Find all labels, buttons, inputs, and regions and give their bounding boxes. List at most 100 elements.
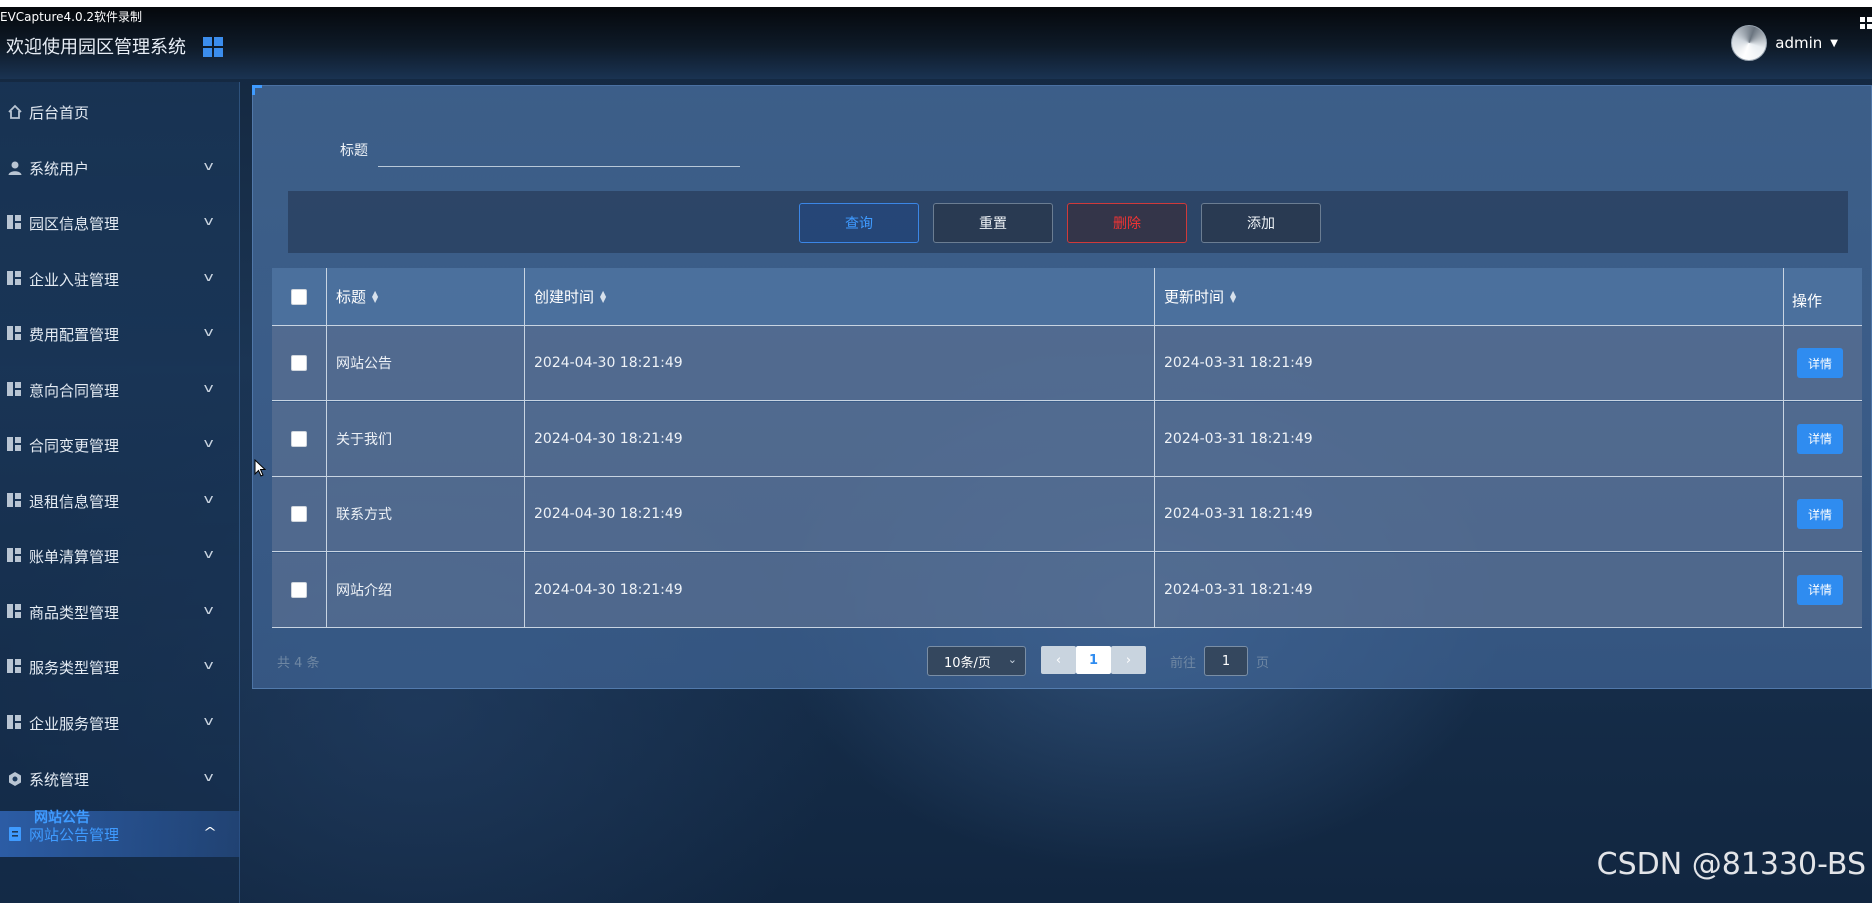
chevron-down-icon: v [203, 603, 214, 617]
sidebar-item-label: 企业服务管理 [29, 714, 120, 733]
sidebar-item-label: 退租信息管理 [29, 492, 120, 511]
sidebar-item[interactable]: 系统管理 v [0, 756, 240, 802]
sidebar-item[interactable]: 后台首页 [0, 89, 240, 135]
grid-icon [7, 382, 23, 398]
grid-icon [7, 271, 23, 287]
table-header-row: 标题 ▲ ▼ 创建时间 ▲ ▼ 更新时间 ▲ ▼ 操作 [272, 268, 1862, 326]
grid-icon [7, 659, 23, 675]
col-header-title[interactable]: 标题 ▲ ▼ [336, 268, 526, 325]
table-row: 网站公告 2024-04-30 18:21:49 2024-03-31 18:21:… [272, 326, 1862, 401]
cell-title: 关于我们 [336, 431, 392, 448]
sidebar-item[interactable]: 商品类型管理 v [0, 589, 240, 635]
col-header-created[interactable]: 创建时间 ▲ ▼ [534, 268, 1154, 325]
grid-icon [7, 493, 23, 509]
col-header-action-label: 操作 [1792, 292, 1823, 310]
chevron-down-icon: v [203, 714, 214, 728]
sidebar-item-label: 企业入驻管理 [29, 270, 120, 289]
chevron-down-icon: v [203, 547, 214, 561]
gear-icon [7, 771, 23, 787]
grid-icon [7, 604, 23, 620]
sidebar-item[interactable]: 合同变更管理 v [0, 422, 240, 468]
avatar[interactable] [1731, 25, 1768, 61]
chevron-down-icon: v [203, 270, 214, 284]
col-header-updated[interactable]: 更新时间 ▲ ▼ [1164, 268, 1784, 325]
row-checkbox[interactable] [291, 581, 307, 598]
sidebar-item-label: 服务类型管理 [29, 658, 120, 677]
prev-page-button[interactable]: ‹ [1041, 646, 1076, 674]
user-name[interactable]: admin [1775, 34, 1822, 52]
add-button[interactable]: 添加 [1201, 203, 1321, 243]
sort-icon[interactable]: ▲ ▼ [1230, 289, 1236, 303]
cell-action: 详情 [1797, 326, 1857, 400]
home-icon [7, 104, 23, 120]
search-title-input[interactable] [378, 133, 740, 167]
sidebar-item-label: 系统用户 [29, 159, 90, 178]
sort-icon[interactable]: ▲ ▼ [372, 289, 378, 303]
sidebar-item[interactable]: 退租信息管理 v [0, 478, 240, 524]
cell-created: 2024-04-30 18:21:49 [534, 581, 683, 598]
column-divider [1783, 268, 1784, 628]
user-menu[interactable]: admin ▼ [1731, 25, 1838, 61]
row-select-cell [272, 326, 326, 400]
panel-corner-decoration [252, 85, 262, 95]
select-all-checkbox[interactable] [291, 288, 307, 305]
detail-button[interactable]: 详情 [1797, 574, 1843, 605]
col-header-title-label: 标题 [336, 288, 367, 306]
chevron-right-icon: › [1125, 652, 1132, 668]
system-title: 欢迎使用园区管理系统 [6, 37, 186, 58]
page-number-current[interactable]: 1 [1076, 646, 1111, 674]
query-button[interactable]: 查询 [799, 203, 919, 243]
row-checkbox[interactable] [291, 355, 307, 371]
reset-button[interactable]: 重置 [933, 203, 1053, 243]
table-row: 联系方式 2024-04-30 18:21:49 2024-03-31 18:21:… [272, 477, 1862, 552]
menu-toggle-icon[interactable] [203, 37, 225, 59]
delete-button[interactable]: 删除 [1067, 203, 1187, 243]
sidebar-item[interactable]: 服务类型管理 v [0, 644, 240, 690]
grid-icon [7, 715, 23, 731]
fullscreen-icon[interactable] [1860, 17, 1872, 31]
sidebar-item-label: 意向合同管理 [29, 381, 120, 400]
chevron-down-icon[interactable]: ▼ [1830, 38, 1838, 49]
chevron-down-icon: v [203, 492, 214, 506]
page-size-select[interactable]: 10条/页 ⌄ [927, 646, 1026, 676]
cell-title: 网站介绍 [336, 582, 392, 599]
row-checkbox[interactable] [291, 430, 307, 447]
sidebar-subitem-announcement[interactable]: 网站公告 [34, 807, 90, 827]
row-checkbox[interactable] [291, 506, 307, 522]
sidebar-item-label: 后台首页 [29, 103, 90, 122]
table-row: 网站介绍 2024-04-30 18:21:49 2024-03-31 18:21:… [272, 552, 1862, 628]
chevron-down-icon: v [203, 381, 214, 395]
sidebar-item[interactable]: 园区信息管理 v [0, 200, 240, 246]
sort-icon[interactable]: ▲ ▼ [600, 289, 606, 303]
chevron-down-icon: v [203, 159, 214, 173]
app-window: 欢迎使用园区管理系统 admin ▼ 后台首页 系统用户 v 园区信息管理 v 企业入驻管… [0, 7, 1872, 903]
chevron-down-icon: v [203, 770, 214, 784]
chevron-down-icon: v [203, 214, 214, 228]
detail-button[interactable]: 详情 [1797, 423, 1843, 454]
sidebar-item[interactable]: 系统用户 v [0, 145, 240, 191]
detail-button[interactable]: 详情 [1797, 499, 1843, 529]
cell-updated: 2024-03-31 18:21:49 [1164, 355, 1313, 371]
chevron-down-icon: v [203, 436, 214, 450]
table-row: 关于我们 2024-04-30 18:21:49 2024-03-31 18:21:… [272, 401, 1862, 477]
chevron-left-icon: ‹ [1055, 652, 1062, 668]
sidebar-item[interactable]: 企业入驻管理 v [0, 256, 240, 302]
col-header-action: 操作 [1792, 272, 1862, 329]
detail-button[interactable]: 详情 [1797, 348, 1843, 378]
next-page-button[interactable]: › [1111, 646, 1146, 674]
grid-icon [7, 437, 23, 453]
grid-icon [7, 326, 23, 342]
select-all-cell [272, 268, 326, 325]
cell-updated: 2024-03-31 18:21:49 [1164, 430, 1313, 447]
cell-action: 详情 [1797, 477, 1857, 551]
chevron-down-icon: ⌄ [1007, 653, 1017, 666]
goto-page-input[interactable] [1204, 646, 1248, 676]
sidebar-item-label: 费用配置管理 [29, 325, 120, 344]
sidebar-item[interactable]: 意向合同管理 v [0, 367, 240, 413]
sidebar-item[interactable]: 账单清算管理 v [0, 533, 240, 579]
cell-updated: 2024-03-31 18:21:49 [1164, 506, 1313, 522]
sidebar-item[interactable]: 费用配置管理 v [0, 311, 240, 357]
col-header-created-label: 创建时间 [534, 288, 595, 306]
sidebar-item[interactable]: 企业服务管理 v [0, 700, 240, 746]
watermark: CSDN @81330-BS [1596, 847, 1866, 882]
